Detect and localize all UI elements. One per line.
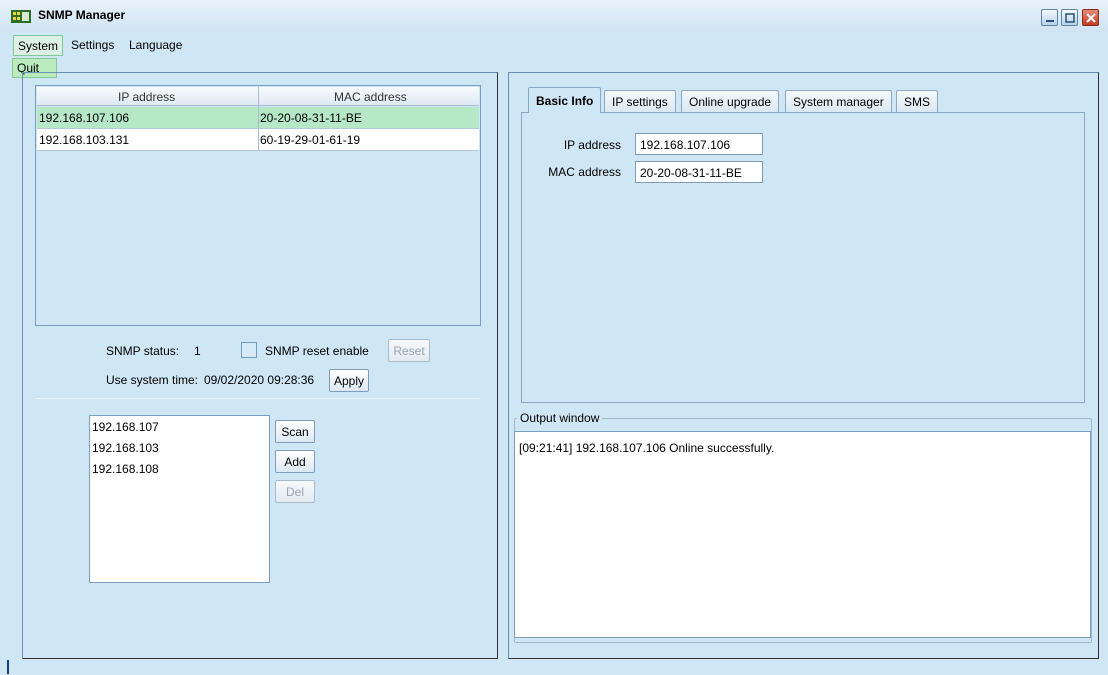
tab-sms[interactable]: SMS [896,90,939,112]
menu-system[interactable]: System [13,35,64,56]
menu-settings[interactable]: Settings [71,38,114,52]
list-item[interactable]: 192.168.108 [92,462,159,476]
add-button[interactable]: Add [275,450,315,473]
output-line: [09:21:41] 192.168.107.106 Online succes… [519,441,775,455]
snmp-status-label: SNMP status: [106,344,180,358]
column-header-ip[interactable]: IP address [118,90,175,104]
apply-button[interactable]: Apply [329,369,369,392]
system-time-value: 09/02/2020 09:28:36 [204,373,315,387]
mac-address-label: MAC address [548,165,621,179]
tab-online-upgrade[interactable]: Online upgrade [681,90,780,112]
output-window[interactable] [514,431,1091,638]
snmp-reset-enable-checkbox[interactable] [241,342,257,358]
tab-content-basic-info [521,112,1085,403]
scan-button[interactable]: Scan [275,420,315,443]
snmp-reset-enable-label[interactable]: SNMP reset enable [265,344,369,358]
close-icon[interactable] [1082,9,1099,26]
list-item[interactable]: 192.168.103 [92,441,159,455]
reset-button[interactable]: Reset [388,339,430,362]
column-divider[interactable] [258,87,259,151]
snmp-status-value: 1 [194,344,201,358]
cell-ip: 192.168.103.131 [39,133,130,147]
divider [36,398,480,399]
cell-ip: 192.168.107.106 [39,111,130,125]
maximize-icon[interactable] [1061,9,1078,26]
system-time-label: Use system time: [106,373,199,387]
menu-language[interactable]: Language [129,38,182,52]
output-window-title: Output window [517,411,603,425]
list-item[interactable]: 192.168.107 [92,420,159,434]
cell-mac: 60-19-29-01-61-19 [260,133,361,147]
title-bar [0,0,1108,32]
ip-address-label: IP address [563,138,621,152]
ip-address-field[interactable]: 192.168.107.106 [635,133,763,155]
app-icon [11,10,31,23]
mac-address-field[interactable]: 20-20-08-31-11-BE [635,161,763,183]
delete-button[interactable]: Del [275,480,315,503]
tab-basic-info[interactable]: Basic Info [528,87,602,113]
minimize-icon[interactable] [1041,9,1058,26]
tab-system-manager[interactable]: System manager [785,90,892,112]
column-header-mac[interactable]: MAC address [334,90,407,104]
text-cursor [7,660,9,674]
window-title: SNMP Manager [38,8,126,22]
cell-mac: 20-20-08-31-11-BE [260,111,362,125]
tab-ip-settings[interactable]: IP settings [604,90,676,112]
